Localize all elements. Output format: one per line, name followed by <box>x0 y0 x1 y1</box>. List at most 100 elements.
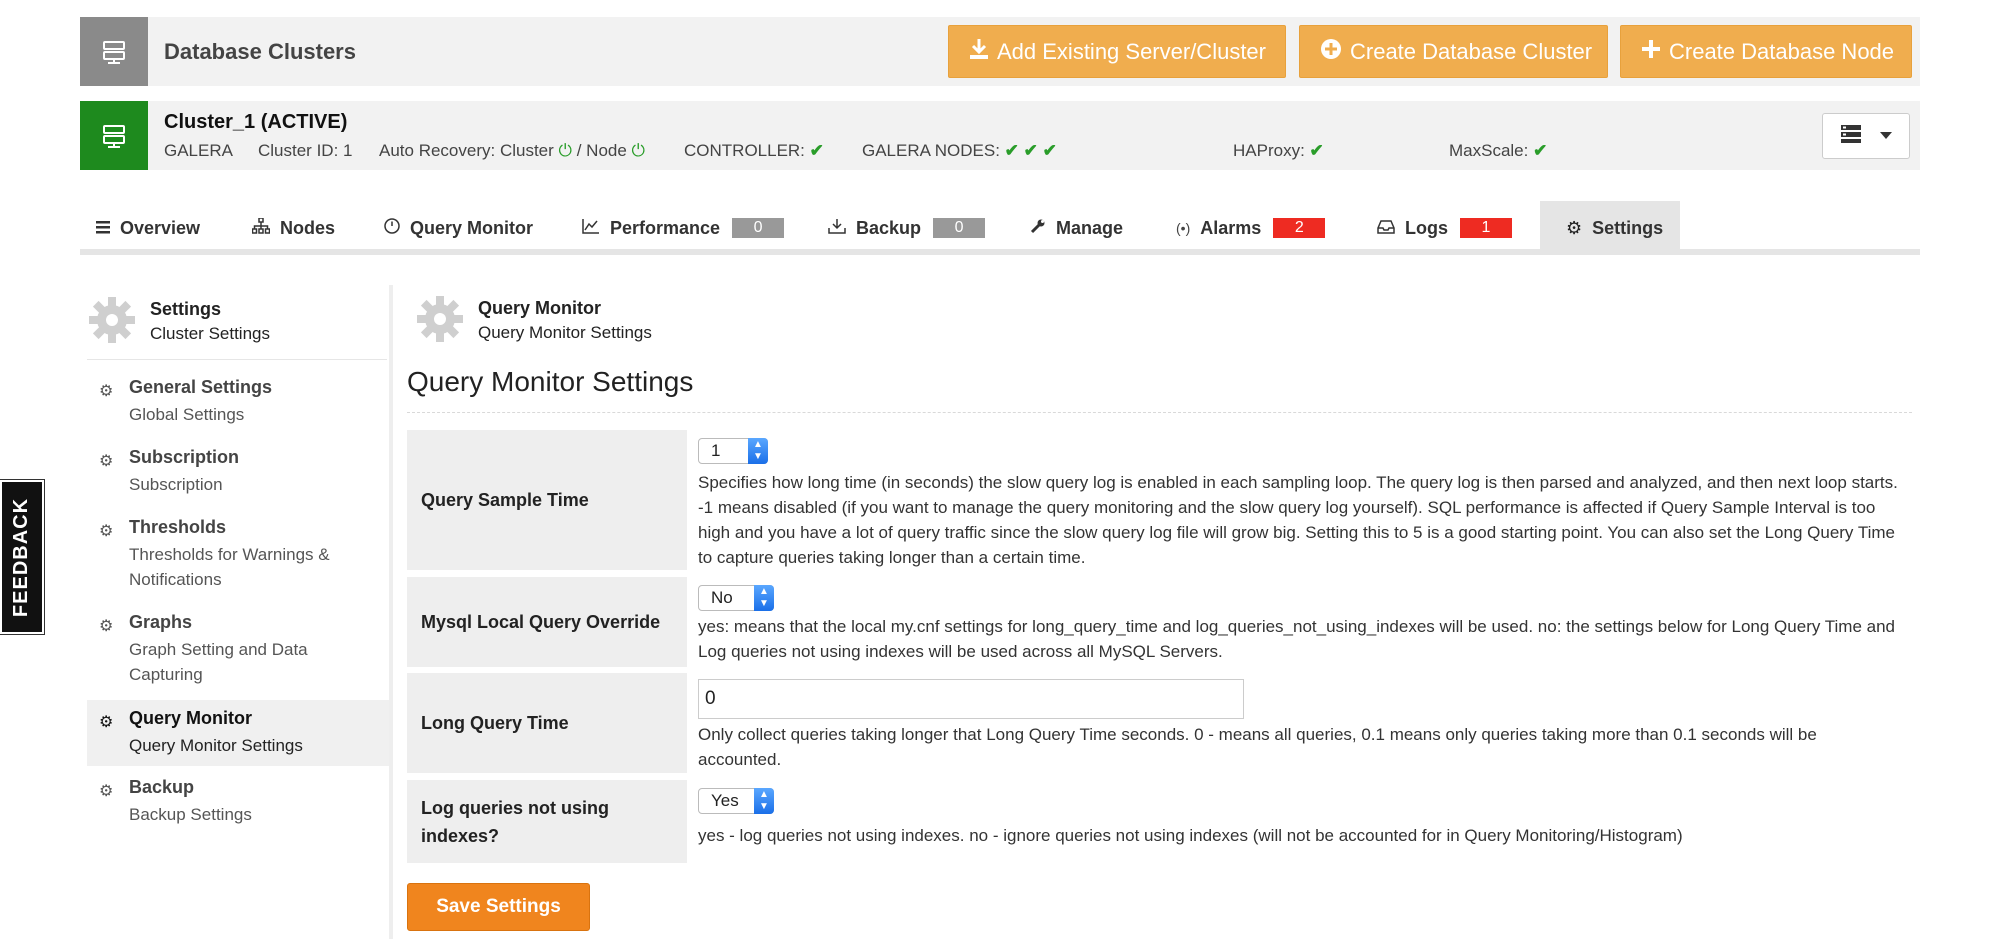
power-icon[interactable]: ⏻ <box>559 141 572 160</box>
mysql-local-query-override-select[interactable]: No ▲ ▼ <box>698 585 774 611</box>
check-icon: ✔ <box>809 141 824 160</box>
field-description: yes: means that the local my.cnf setting… <box>698 617 1895 661</box>
query-sample-time-select[interactable]: 1 ▲ ▼ <box>698 438 768 464</box>
performance-count-badge: 0 <box>732 218 785 238</box>
tab-backup[interactable]: Backup 0 <box>828 201 986 255</box>
main-subheading: Query Monitor Settings <box>478 323 652 342</box>
sidebar-item-subtitle: Global Settings <box>129 405 245 424</box>
auto-recovery-status: Auto Recovery: Cluster ⏻ / Node ⏻ <box>379 141 645 161</box>
tab-performance[interactable]: Performance 0 <box>582 201 785 255</box>
log-queries-not-using-indexes-select[interactable]: Yes ▲ ▼ <box>698 788 774 814</box>
check-icon[interactable]: ✔ <box>1043 141 1057 160</box>
page-header: Database Clusters Add Existing Server/Cl… <box>80 17 1920 86</box>
tab-nodes[interactable]: Nodes <box>251 201 336 255</box>
haproxy-label: HAProxy: <box>1233 141 1305 160</box>
backup-count-badge: 0 <box>933 218 986 238</box>
sidebar-item-graphs[interactable]: ⚙ Graphs Graph Setting and Data Capturin… <box>87 610 389 695</box>
sidebar-item-backup[interactable]: ⚙ Backup Backup Settings <box>87 775 389 835</box>
field-value: 0 Only collect queries taking longer tha… <box>698 673 1908 773</box>
sidebar-item-title: Backup <box>129 777 195 797</box>
settings-sidebar: Settings Cluster Settings ⚙ General Sett… <box>87 285 393 939</box>
field-description: Only collect queries taking longer that … <box>698 725 1817 769</box>
tab-label: Overview <box>120 217 201 238</box>
field-label: Long Query Time <box>407 673 687 773</box>
check-icon[interactable]: ✔ <box>1310 141 1324 160</box>
gear-icon: ⚙ <box>1566 217 1583 238</box>
sidebar-item-general-settings[interactable]: ⚙ General Settings Global Settings <box>87 375 389 435</box>
gear-icon: ⚙ <box>99 383 114 400</box>
gear-icon: ⚙ <box>99 618 114 635</box>
logs-count-badge: 1 <box>1460 218 1512 238</box>
cluster-type: GALERA <box>164 141 233 160</box>
gear-icon <box>417 296 463 342</box>
field-value: 1 ▲ ▼ Specifies how long time (in seconds… <box>698 430 1908 570</box>
bars-icon <box>96 218 110 239</box>
tab-label: Alarms <box>1200 217 1262 238</box>
broadcast-icon: (•) <box>1176 220 1191 236</box>
log-queries-not-using-indexes-row: Log queries not using indexes? Yes ▲ ▼ ye… <box>407 780 1912 863</box>
tab-logs[interactable]: Logs 1 <box>1377 201 1512 255</box>
tab-settings[interactable]: ⚙ Settings <box>1540 201 1680 255</box>
create-database-node-button[interactable]: Create Database Node <box>1620 25 1912 78</box>
cluster-id: Cluster ID: 1 <box>258 141 353 160</box>
select-value: 1 <box>711 441 721 460</box>
field-value: No ▲ ▼ yes: means that the local my.cnf s… <box>698 577 1908 667</box>
sidebar-header: Settings Cluster Settings <box>87 295 393 347</box>
page-title-header: Database Clusters <box>164 39 356 64</box>
check-icon[interactable]: ✔ <box>1005 141 1019 160</box>
tab-label: Manage <box>1056 217 1124 238</box>
field-label: Mysql Local Query Override <box>407 577 687 667</box>
cluster-actions-dropdown[interactable] <box>1822 113 1910 159</box>
server-list-icon <box>1840 124 1862 149</box>
create-database-cluster-button[interactable]: Create Database Cluster <box>1299 25 1608 78</box>
sitemap-icon <box>251 216 271 239</box>
check-icon[interactable]: ✔ <box>1024 141 1038 160</box>
tab-manage[interactable]: Manage <box>1030 201 1123 255</box>
check-icon[interactable]: ✔ <box>1533 141 1547 160</box>
galera-nodes-label: GALERA NODES: <box>862 141 1000 160</box>
long-query-time-input[interactable]: 0 <box>698 679 1244 719</box>
node-recovery-label: / Node <box>576 141 627 160</box>
sidebar-item-thresholds[interactable]: ⚙ Thresholds Thresholds for Warnings & N… <box>87 515 389 600</box>
sidebar-item-title: Subscription <box>129 447 240 467</box>
sidebar-item-query-monitor[interactable]: ⚙ Query Monitor Query Monitor Settings <box>87 700 389 766</box>
plus-icon <box>1641 39 1661 65</box>
cluster-name[interactable]: Cluster_1 (ACTIVE) <box>164 111 347 134</box>
controller-status: CONTROLLER: ✔ <box>684 141 824 161</box>
add-existing-server-button[interactable]: Add Existing Server/Cluster <box>948 25 1286 78</box>
gear-icon: ⚙ <box>99 783 114 800</box>
gauge-icon <box>384 217 400 239</box>
sidebar-item-subscription[interactable]: ⚙ Subscription Subscription <box>87 445 389 505</box>
maxscale-status: MaxScale: ✔ <box>1449 141 1547 161</box>
create-database-cluster-label: Create Database Cluster <box>1350 38 1593 64</box>
select-value: No <box>711 588 733 607</box>
tab-overview[interactable]: Overview <box>96 201 200 255</box>
tab-label: Nodes <box>280 217 336 238</box>
caret-down-icon <box>1880 127 1892 145</box>
field-description: Specifies how long time (in seconds) the… <box>698 473 1898 567</box>
haproxy-status: HAProxy: ✔ <box>1233 141 1324 161</box>
sidebar-item-title: General Settings <box>129 377 273 397</box>
sidebar-item-title: Graphs <box>129 612 193 632</box>
gear-icon: ⚙ <box>99 453 114 470</box>
select-arrows-icon: ▲ ▼ <box>754 788 774 814</box>
gear-icon <box>89 297 135 343</box>
sidebar-item-title: Query Monitor <box>129 708 253 728</box>
page-title: Query Monitor Settings <box>407 366 694 397</box>
tab-label: Settings <box>1592 217 1664 238</box>
main-heading: Query Monitor <box>478 298 602 318</box>
tab-query-monitor[interactable]: Query Monitor <box>384 201 533 255</box>
sidebar-item-subtitle: Subscription <box>129 475 223 494</box>
add-existing-server-label: Add Existing Server/Cluster <box>997 38 1266 64</box>
save-settings-button[interactable]: Save Settings <box>407 883 590 931</box>
download-tray-icon <box>828 218 846 239</box>
power-icon[interactable]: ⏻ <box>632 141 645 160</box>
query-sample-time-row: Query Sample Time 1 ▲ ▼ Specifies how lon… <box>407 430 1912 570</box>
gear-icon: ⚙ <box>99 523 114 540</box>
sidebar-item-subtitle: Graph Setting and Data Capturing <box>129 640 308 684</box>
tab-alarms[interactable]: (•) Alarms 2 <box>1176 201 1326 255</box>
cluster-tabs: Overview Nodes Query Monitor Performance… <box>80 201 1920 255</box>
feedback-tab[interactable]: FEEDBACK <box>0 479 45 635</box>
sidebar-item-title: Thresholds <box>129 517 227 537</box>
tab-label: Logs <box>1405 217 1448 238</box>
